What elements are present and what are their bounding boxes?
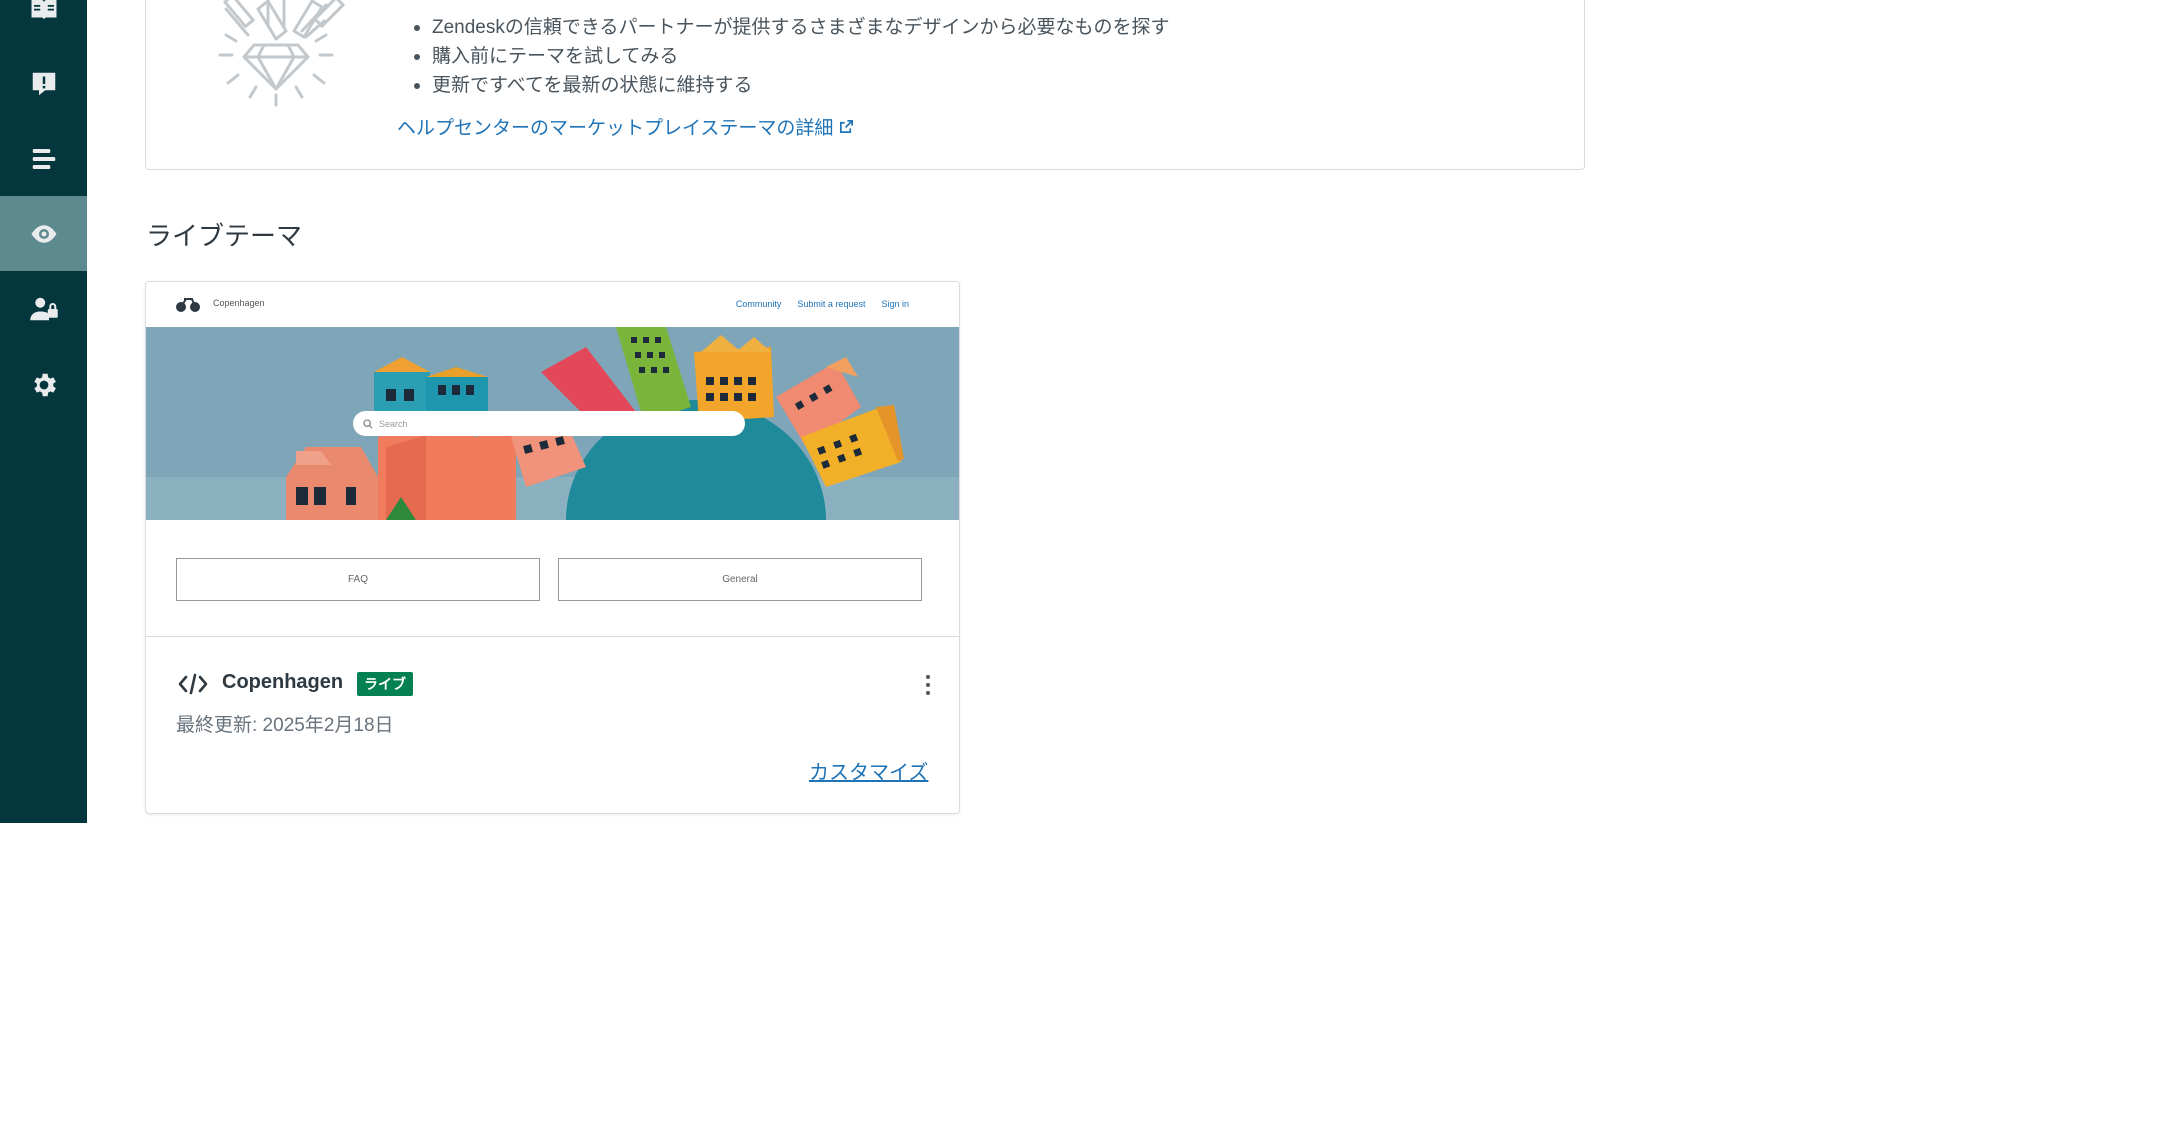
theme-preview[interactable]: Copenhagen Community Submit a request Si… <box>146 282 959 637</box>
theme-options-menu-button[interactable] <box>916 671 940 699</box>
customize-button[interactable]: カスタマイズ <box>809 756 928 785</box>
code-icon <box>178 673 208 695</box>
marketplace-learn-more-link[interactable]: ヘルプセンターのマーケットプレイステーマの詳細 <box>397 113 854 140</box>
preview-header: Copenhagen Community Submit a request Si… <box>146 282 959 327</box>
kebab-dot-icon <box>926 675 930 679</box>
eye-icon <box>31 224 56 243</box>
marketplace-card: Zendeskの信頼できるパートナーが提供するさまざまなデザインから必要なものを… <box>145 0 1585 170</box>
preview-search-bar: Search <box>353 411 745 436</box>
nav-settings[interactable] <box>0 347 87 422</box>
preview-nav-sign-in: Sign in <box>881 299 909 309</box>
preview-nav: Community Submit a request Sign in <box>736 299 909 309</box>
preview-search-placeholder: Search <box>379 418 408 429</box>
list-item: 更新ですべてを最新の状態に維持する <box>412 71 1170 100</box>
gear-icon <box>33 373 56 396</box>
preview-brand-name: Copenhagen <box>213 298 265 308</box>
marketplace-link-label: ヘルプセンターのマーケットプレイステーマの詳細 <box>397 118 834 139</box>
nav-arrange[interactable] <box>0 121 87 196</box>
user-lock-icon <box>29 297 58 320</box>
preview-nav-community: Community <box>735 299 782 309</box>
preview-category-faq: FAQ <box>176 558 540 601</box>
live-theme-heading: ライブテーマ <box>146 221 303 251</box>
book-icon <box>31 0 56 20</box>
nav-user-permissions[interactable] <box>0 271 87 346</box>
preview-hero-image: Search <box>146 327 959 520</box>
last-updated-text: 最終更新: 2025年2月18日 <box>176 715 394 736</box>
alert-comment-icon <box>32 72 55 95</box>
nav-moderation[interactable] <box>0 46 87 121</box>
sidebar <box>0 0 87 823</box>
kebab-dot-icon <box>926 691 930 695</box>
theme-name: Copenhagen <box>222 671 344 693</box>
bicycle-logo-icon <box>176 298 200 312</box>
marketplace-benefits-list: Zendeskの信頼できるパートナーが提供するさまざまなデザインから必要なものを… <box>412 13 1170 100</box>
preview-nav-submit-request: Submit a request <box>797 299 866 309</box>
live-theme-card: Copenhagen Community Submit a request Si… <box>145 281 960 814</box>
diamond-illustration-icon <box>218 0 345 107</box>
nav-themes[interactable] <box>0 196 87 271</box>
list-icon <box>32 148 55 169</box>
live-status-badge: ライブ <box>357 672 413 696</box>
kebab-dot-icon <box>926 683 930 687</box>
external-link-icon <box>840 120 854 133</box>
search-icon <box>363 418 373 429</box>
list-item: 購入前にテーマを試してみる <box>412 42 1170 71</box>
theme-info: Copenhagen ライブ 最終更新: 2025年2月18日 カスタマイズ <box>146 638 959 813</box>
preview-category-general: General <box>558 558 922 601</box>
preview-categories: FAQ General <box>176 558 922 601</box>
list-item: Zendeskの信頼できるパートナーが提供するさまざまなデザインから必要なものを… <box>412 13 1170 42</box>
nav-guide[interactable] <box>0 0 87 47</box>
